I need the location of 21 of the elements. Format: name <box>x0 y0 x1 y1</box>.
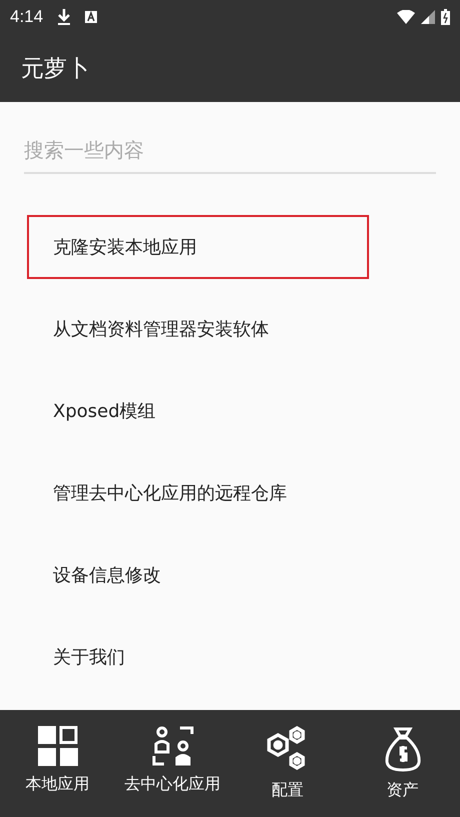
download-icon <box>57 9 72 25</box>
menu-item[interactable]: 管理去中心化应用的远程仓库 <box>27 461 369 525</box>
grid-icon <box>38 726 78 766</box>
menu-item[interactable]: 关于我们 <box>27 625 369 689</box>
signal-icon <box>421 10 435 24</box>
nav-tab[interactable]: 配置 <box>230 710 345 817</box>
search-field[interactable]: 搜索一些内容 <box>24 130 436 174</box>
nav-tab[interactable]: 去中心化应用 <box>115 710 230 817</box>
status-time: 4:14 <box>10 7 44 27</box>
wifi-icon <box>397 10 415 24</box>
nav-tab[interactable]: 资产 <box>345 710 460 817</box>
nav-tab[interactable]: 本地应用 <box>0 710 115 817</box>
menu-item[interactable]: 设备信息修改 <box>27 543 369 607</box>
menu-item[interactable]: Xposed模组 <box>27 379 369 443</box>
menu-item[interactable]: 克隆安装本地应用 <box>27 215 369 279</box>
money-bag-icon <box>384 726 422 772</box>
people-icon <box>152 726 194 766</box>
menu-item[interactable]: 从文档资料管理器安装软体 <box>27 297 369 361</box>
app-title: 元萝卜 <box>21 54 90 84</box>
battery-icon <box>441 9 450 25</box>
notification-icon <box>85 11 98 23</box>
